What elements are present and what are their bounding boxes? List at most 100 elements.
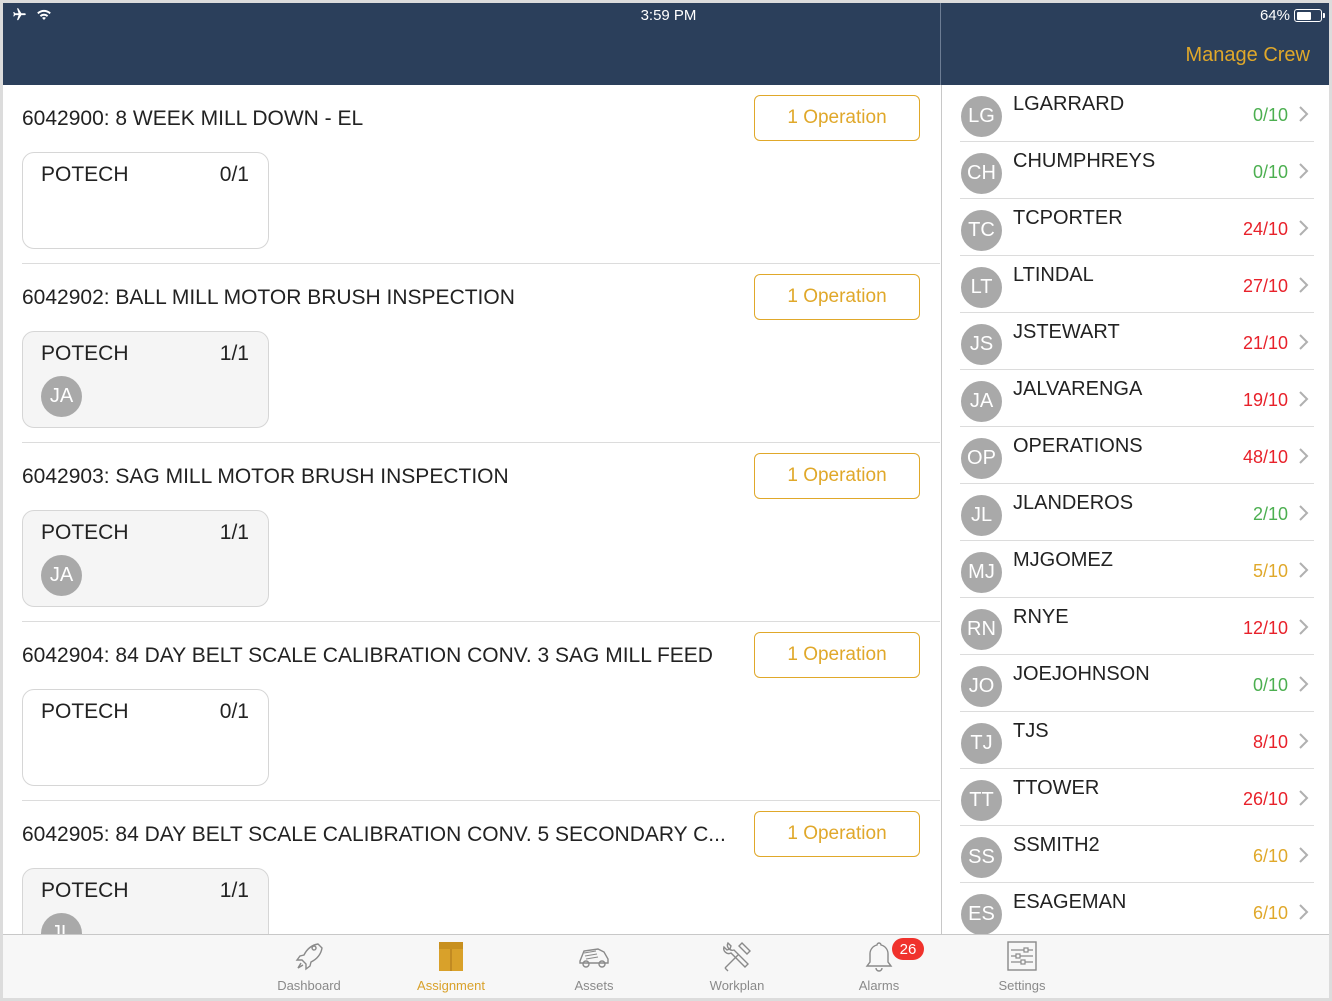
crew-name: SSMITH2: [1013, 834, 1100, 856]
crew-hours: 5/10: [1252, 561, 1288, 581]
tab-bar: Dashboard Assignment Assets Workplan 26 …: [3, 934, 1330, 998]
craft-card[interactable]: POTECH 0/1: [22, 152, 269, 249]
crew-row[interactable]: LG LGARRARD 0/10: [942, 85, 1330, 142]
craft-card[interactable]: POTECH 0/1: [22, 689, 269, 786]
operation-button[interactable]: 1 Operation: [754, 811, 920, 857]
avatar: JA: [961, 381, 1002, 422]
chevron-right-icon: [1299, 277, 1309, 293]
work-order-row[interactable]: 6042903: SAG MILL MOTOR BRUSH INSPECTION…: [3, 443, 940, 622]
work-order-row[interactable]: 6042902: BALL MILL MOTOR BRUSH INSPECTIO…: [3, 264, 940, 443]
operation-button[interactable]: 1 Operation: [754, 453, 920, 499]
crew-name: TCPORTER: [1013, 207, 1123, 229]
assigned-avatar[interactable]: JL: [41, 913, 82, 934]
tab-label: Settings: [998, 978, 1046, 993]
avatar: CH: [961, 153, 1002, 194]
tab-dashboard[interactable]: Dashboard: [238, 935, 380, 999]
crew-name: ESAGEMAN: [1013, 891, 1127, 913]
operation-button[interactable]: 1 Operation: [754, 632, 920, 678]
crew-row[interactable]: OP OPERATIONS 48/10: [942, 427, 1330, 484]
status-right: 64%: [1259, 7, 1325, 24]
chevron-right-icon: [1299, 790, 1309, 806]
crew-row[interactable]: LT LTINDAL 27/10: [942, 256, 1330, 313]
avatar: RN: [961, 609, 1002, 650]
tab-label: Assignment: [417, 978, 485, 993]
work-order-row[interactable]: 6042904: 84 DAY BELT SCALE CALIBRATION C…: [3, 622, 940, 801]
manage-crew-button[interactable]: Manage Crew: [1185, 44, 1310, 67]
work-order-title: 6042905: 84 DAY BELT SCALE CALIBRATION C…: [22, 823, 726, 846]
truck-icon: [579, 948, 609, 968]
avatar: JO: [961, 666, 1002, 707]
chevron-right-icon: [1299, 106, 1309, 122]
crew-row[interactable]: JL JLANDEROS 2/10: [942, 484, 1330, 541]
crew-hours: 6/10: [1252, 846, 1288, 866]
crew-name: TTOWER: [1013, 777, 1100, 799]
crew-hours: 21/10: [1242, 333, 1288, 353]
tab-label: Alarms: [858, 978, 900, 993]
craft-card[interactable]: POTECH 1/1 JA: [22, 331, 269, 428]
chevron-right-icon: [1299, 562, 1309, 578]
crew-name: JALVARENGA: [1013, 378, 1143, 400]
crew-name: JSTEWART: [1013, 321, 1120, 343]
work-order-title: 6042903: SAG MILL MOTOR BRUSH INSPECTION: [22, 465, 509, 488]
crew-name: OPERATIONS: [1013, 435, 1143, 457]
battery-icon: [1294, 9, 1325, 22]
crew-row[interactable]: ES ESAGEMAN 6/10: [942, 883, 1330, 934]
crew-name: LGARRARD: [1013, 93, 1125, 115]
craft-name: POTECH: [41, 879, 129, 902]
avatar: SS: [961, 837, 1002, 878]
craft-count: 0/1: [219, 700, 249, 723]
work-order-title: 6042902: BALL MILL MOTOR BRUSH INSPECTIO…: [22, 286, 515, 309]
crew-row[interactable]: MJ MJGOMEZ 5/10: [942, 541, 1330, 598]
craft-count: 1/1: [219, 521, 249, 544]
tab-settings[interactable]: Settings: [951, 935, 1093, 999]
crew-hours: 0/10: [1252, 675, 1288, 695]
tools-icon: [723, 941, 751, 972]
crew-row[interactable]: TC TCPORTER 24/10: [942, 199, 1330, 256]
crew-name: RNYE: [1013, 606, 1069, 628]
tab-assets[interactable]: Assets: [523, 935, 665, 999]
tab-workplan[interactable]: Workplan: [666, 935, 808, 999]
split-divider: [940, 3, 941, 85]
crew-row[interactable]: TT TTOWER 26/10: [942, 769, 1330, 826]
chevron-right-icon: [1299, 391, 1309, 407]
tab-assignment[interactable]: Assignment: [380, 935, 522, 999]
assigned-avatar[interactable]: JA: [41, 376, 82, 417]
crew-hours: 12/10: [1242, 618, 1288, 638]
work-order-row[interactable]: 6042900: 8 WEEK MILL DOWN - EL 1 Operatio…: [3, 85, 940, 264]
craft-count: 1/1: [219, 879, 249, 902]
craft-count: 1/1: [219, 342, 249, 365]
work-order-list[interactable]: 6042900: 8 WEEK MILL DOWN - EL 1 Operatio…: [3, 85, 940, 934]
tab-alarms[interactable]: 26 Alarms: [808, 935, 950, 999]
tab-label: Assets: [574, 978, 614, 993]
crew-hours: 8/10: [1252, 732, 1288, 752]
crew-hours: 24/10: [1242, 219, 1288, 239]
chevron-right-icon: [1299, 163, 1309, 179]
work-order-title: 6042900: 8 WEEK MILL DOWN - EL: [22, 107, 364, 130]
chevron-right-icon: [1299, 847, 1309, 863]
crew-list[interactable]: LG LGARRARD 0/10 CH CHUMPHREYS 0/10 TC TCPORTER…: [941, 85, 1330, 934]
crew-hours: 0/10: [1252, 105, 1288, 125]
bell-icon: [865, 942, 893, 972]
crew-row[interactable]: RN RNYE 12/10: [942, 598, 1330, 655]
chevron-right-icon: [1299, 676, 1309, 692]
avatar: MJ: [961, 552, 1002, 593]
craft-card[interactable]: POTECH 1/1 JL: [22, 868, 269, 934]
avatar: TT: [961, 780, 1002, 821]
assigned-avatar[interactable]: JA: [41, 555, 82, 596]
craft-name: POTECH: [41, 521, 129, 544]
crew-row[interactable]: JA JALVARENGA 19/10: [942, 370, 1330, 427]
avatar: JL: [961, 495, 1002, 536]
craft-card[interactable]: POTECH 1/1 JA: [22, 510, 269, 607]
operation-button[interactable]: 1 Operation: [754, 274, 920, 320]
crew-row[interactable]: CH CHUMPHREYS 0/10: [942, 142, 1330, 199]
operation-button[interactable]: 1 Operation: [754, 95, 920, 141]
battery-percent: 64%: [1259, 7, 1290, 24]
crew-row[interactable]: JO JOEJOHNSON 0/10: [942, 655, 1330, 712]
crew-hours: 0/10: [1252, 162, 1288, 182]
crew-row[interactable]: TJ TJS 8/10: [942, 712, 1330, 769]
crew-hours: 19/10: [1242, 390, 1288, 410]
crew-hours: 2/10: [1252, 504, 1288, 524]
crew-row[interactable]: SS SSMITH2 6/10: [942, 826, 1330, 883]
crew-row[interactable]: JS JSTEWART 21/10: [942, 313, 1330, 370]
work-order-row[interactable]: 6042905: 84 DAY BELT SCALE CALIBRATION C…: [3, 801, 940, 934]
